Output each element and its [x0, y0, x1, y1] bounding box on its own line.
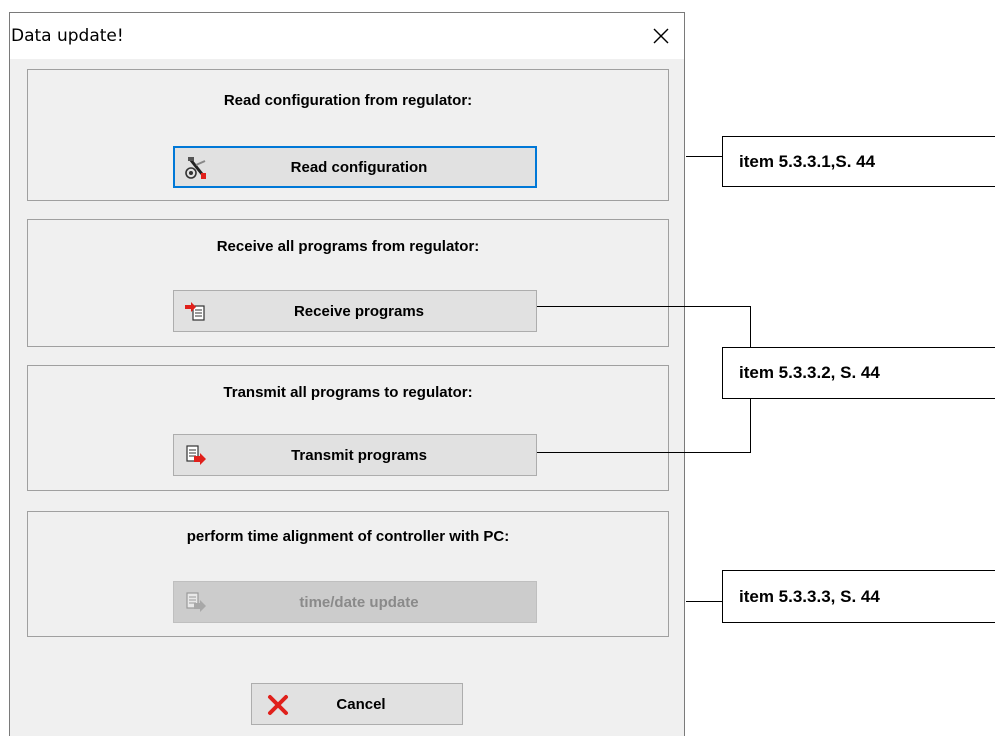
read-config-group-label: Read configuration from regulator:	[223, 92, 473, 109]
transmit-programs-button-label: Transmit programs	[291, 446, 427, 464]
callout-item-5-3-3-2: item 5.3.3.2, S. 44	[722, 347, 995, 399]
read-configuration-button[interactable]: Read configuration	[173, 146, 537, 188]
data-update-dialog: Data update! Read configuration from reg…	[9, 12, 685, 736]
receive-programs-button-label: Receive programs	[293, 302, 425, 320]
cancel-button-label: Cancel	[336, 695, 386, 713]
title-bar: Data update!	[10, 13, 684, 59]
callout-connector-1	[686, 156, 722, 157]
callout-connector-2b	[537, 452, 751, 453]
time-alignment-group: perform time alignment of controller wit…	[27, 511, 669, 637]
close-button[interactable]	[638, 13, 684, 59]
read-configuration-button-label: Read configuration	[290, 158, 428, 176]
time-date-update-button[interactable]: time/date update	[173, 581, 537, 623]
receive-programs-group: Receive all programs from regulator: Rec…	[27, 219, 669, 347]
callout-item-5-3-3-3: item 5.3.3.3, S. 44	[722, 570, 995, 623]
read-config-group: Read configuration from regulator: Read …	[27, 69, 669, 201]
time-date-update-button-label: time/date update	[299, 593, 419, 611]
receive-programs-button[interactable]: Receive programs	[173, 290, 537, 332]
transmit-programs-group-label: Transmit all programs to regulator:	[223, 384, 473, 401]
callout-connector-2a	[537, 306, 751, 307]
callout-item-5-3-3-2-text: item 5.3.3.2, S. 44	[739, 363, 880, 382]
receive-programs-group-label: Receive all programs from regulator:	[216, 238, 480, 255]
dialog-title: Data update!	[11, 26, 124, 46]
time-alignment-group-label: perform time alignment of controller wit…	[186, 528, 510, 545]
callout-item-5-3-3-1: item 5.3.3.1,S. 44	[722, 136, 995, 187]
callout-item-5-3-3-3-text: item 5.3.3.3, S. 44	[739, 586, 880, 606]
transmit-programs-group: Transmit all programs to regulator: Tran…	[27, 365, 669, 491]
close-icon	[653, 28, 669, 44]
cancel-button[interactable]: Cancel	[251, 683, 463, 725]
transmit-programs-button[interactable]: Transmit programs	[173, 434, 537, 476]
callout-item-5-3-3-1-text: item 5.3.3.1,S. 44	[739, 151, 876, 171]
callout-connector-3	[686, 601, 722, 602]
